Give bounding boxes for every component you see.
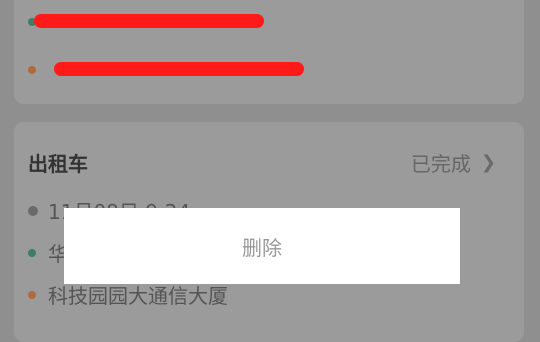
end-dot-icon	[28, 66, 36, 74]
clock-dot-icon	[28, 205, 38, 216]
previous-end-row	[28, 66, 48, 74]
trip-end-row: 科技园园大通信大厦	[28, 280, 228, 309]
trip-status[interactable]: 已完成 ❯	[411, 148, 496, 177]
trip-status-label: 已完成	[410, 152, 471, 176]
chevron-right-icon: ❯	[480, 152, 496, 173]
redaction-scribble	[34, 14, 264, 28]
delete-button[interactable]: 删除	[242, 232, 282, 261]
previous-trip-card[interactable]	[14, 0, 524, 104]
trip-start-row: 华	[28, 238, 68, 267]
end-dot-icon	[28, 290, 36, 299]
start-dot-icon	[28, 248, 36, 257]
trip-type: 出租车	[28, 152, 88, 176]
context-menu: 删除	[64, 208, 460, 284]
redaction-scribble	[54, 62, 304, 76]
trip-end-address: 科技园园大通信大厦	[48, 284, 228, 308]
